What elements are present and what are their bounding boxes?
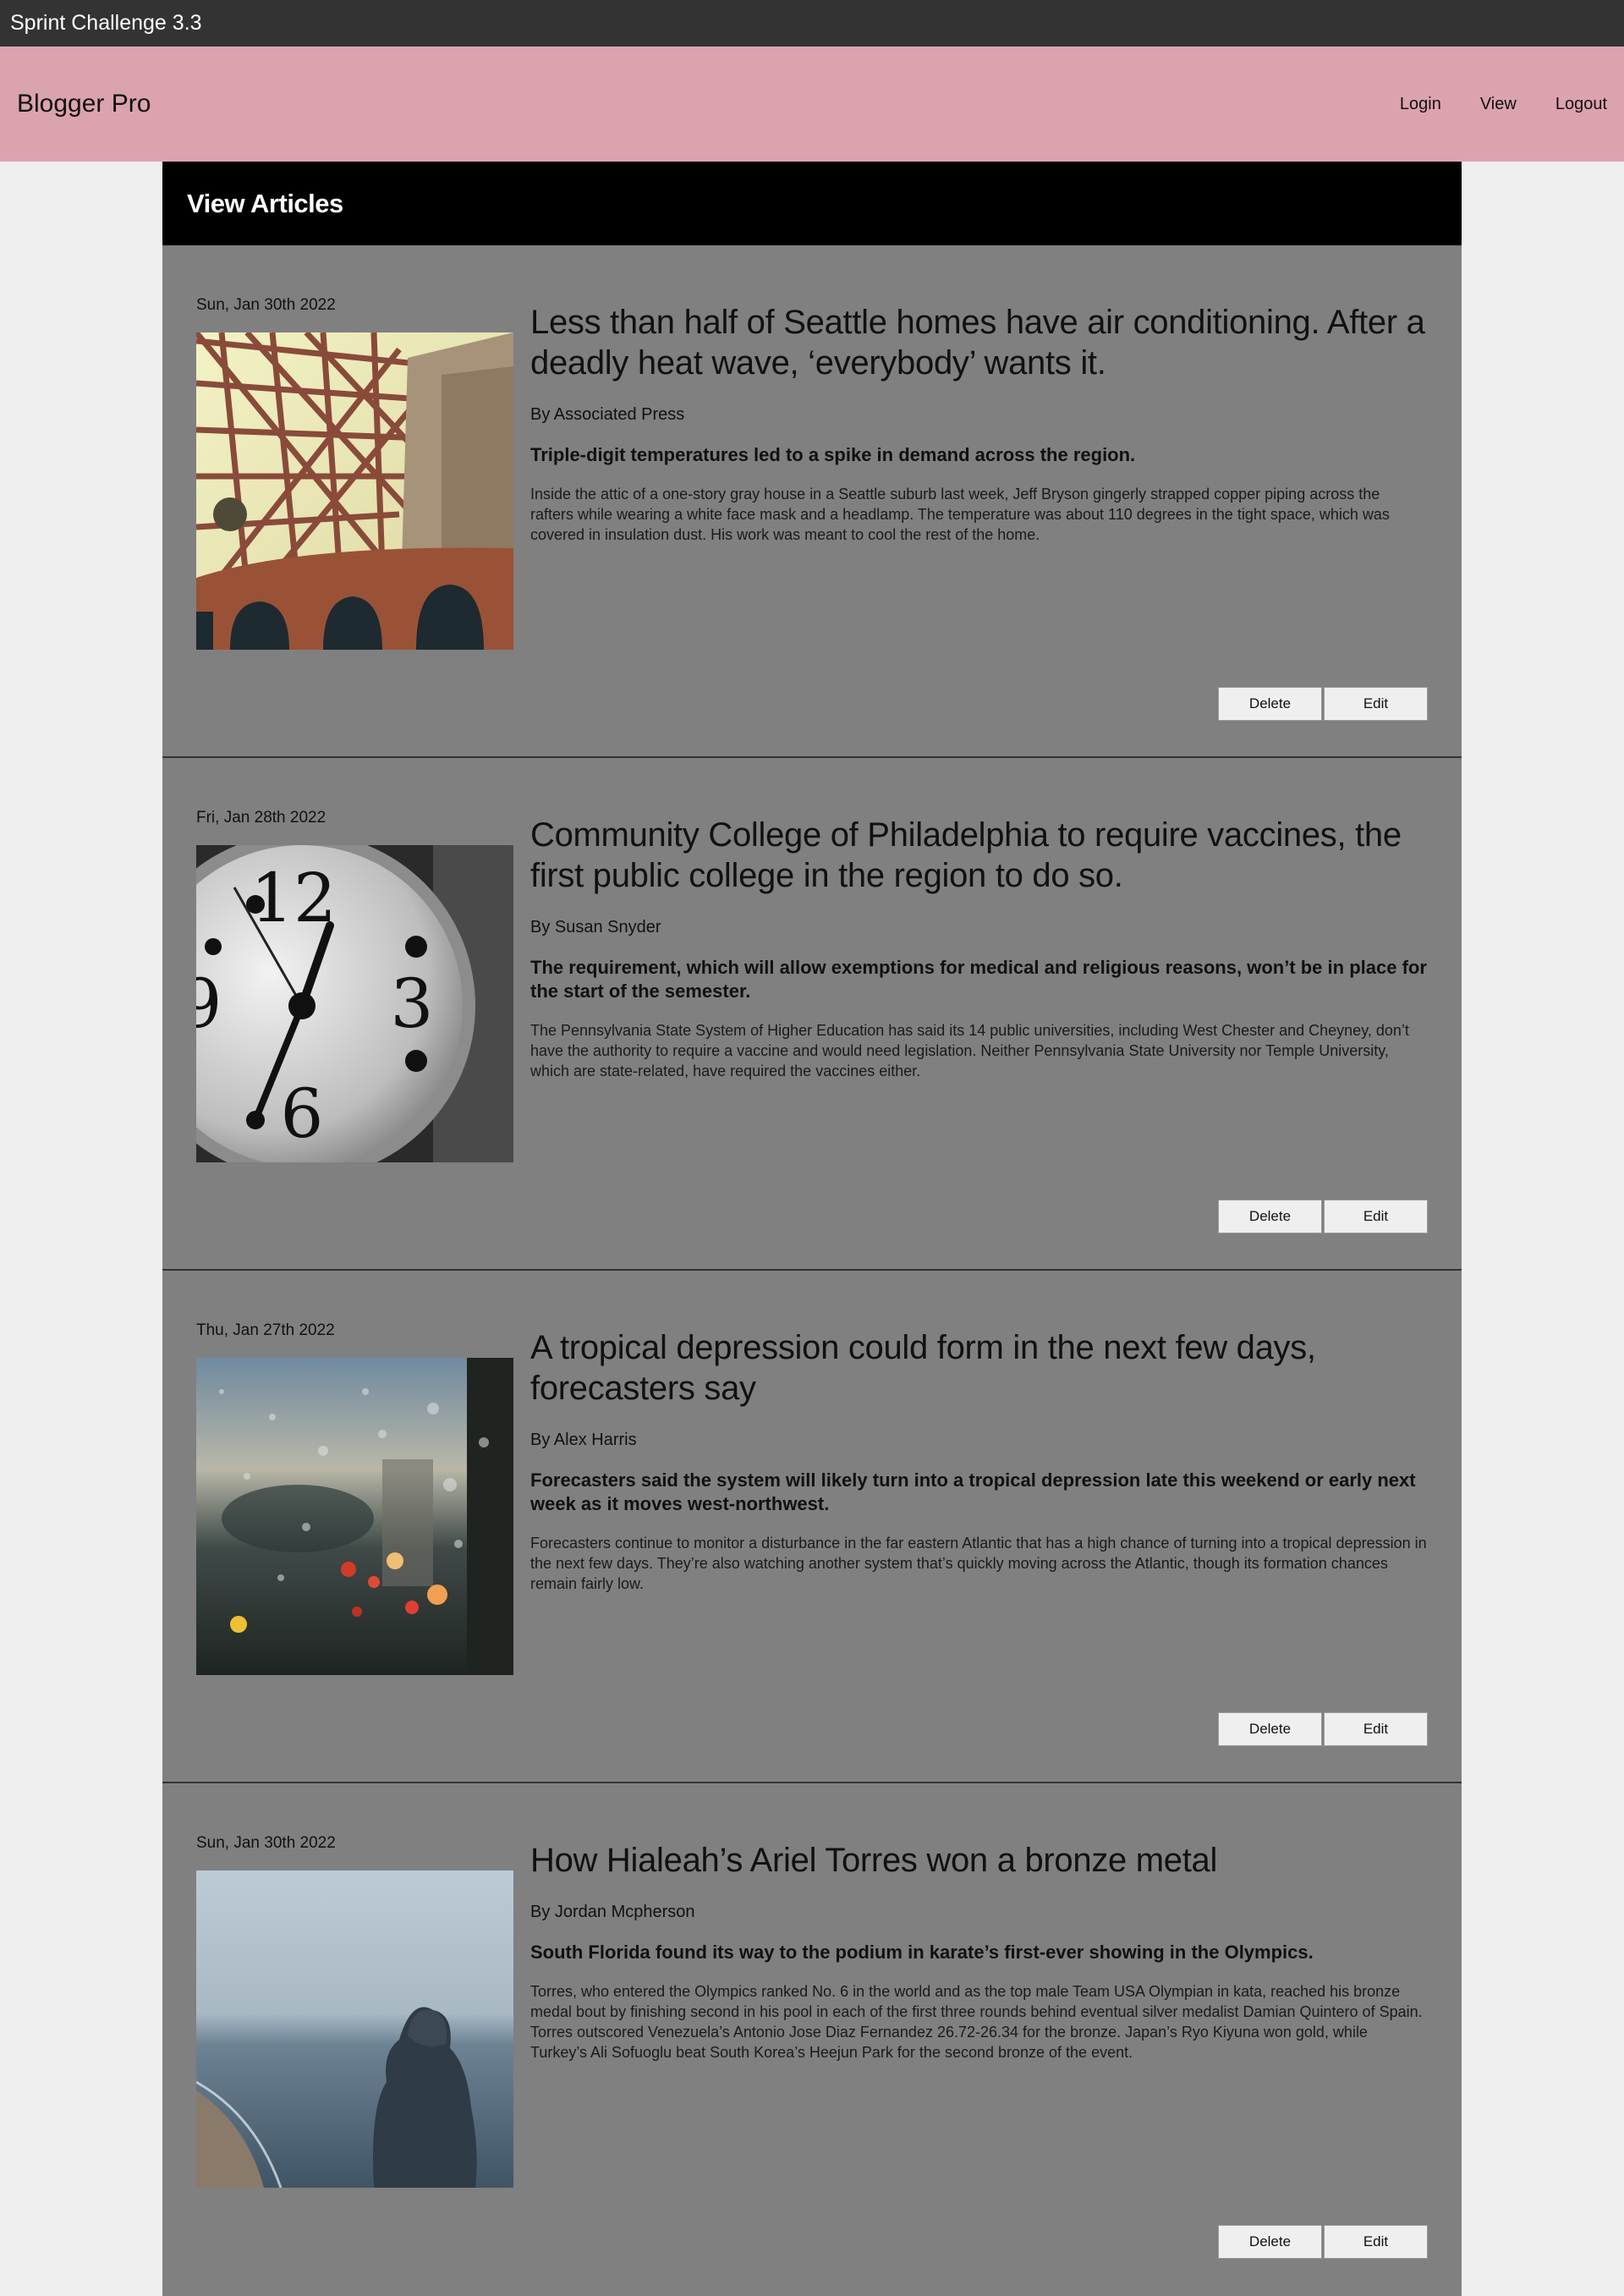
edit-button[interactable]: Edit: [1324, 1200, 1428, 1233]
article-author: By Susan Snyder: [530, 918, 661, 937]
article-image: [196, 1358, 513, 1675]
article-image: 12 3 6 9: [196, 845, 513, 1162]
svg-text:9: 9: [196, 964, 222, 1043]
article-headline[interactable]: How Hialeah’s Ariel Torres won a bronze …: [530, 1840, 1427, 1881]
article-date: Sun, Jan 30th 2022: [196, 296, 336, 314]
article-author: By Jordan Mcpherson: [530, 1903, 695, 1921]
delete-button[interactable]: Delete: [1218, 687, 1322, 721]
article-author: By Alex Harris: [530, 1431, 637, 1449]
main-nav: Login View Logout: [1361, 95, 1607, 114]
brand-logo-text[interactable]: Blogger Pro: [17, 90, 151, 118]
svg-text:6: 6: [281, 1074, 324, 1153]
delete-button[interactable]: Delete: [1218, 1712, 1322, 1746]
nav-login-link[interactable]: Login: [1400, 95, 1441, 114]
article-date: Thu, Jan 27th 2022: [196, 1321, 335, 1339]
article-headline[interactable]: Community College of Philadelphia to req…: [530, 815, 1427, 896]
edit-button[interactable]: Edit: [1324, 2225, 1428, 2259]
article-actions: Delete Edit: [1218, 1200, 1428, 1233]
edit-button[interactable]: Edit: [1324, 1712, 1428, 1746]
window-title: Sprint Challenge 3.3: [10, 11, 202, 35]
article-image: [196, 332, 513, 650]
article-body: The Pennsylvania State System of Higher …: [530, 1022, 1409, 1079]
article-body: Forecasters continue to monitor a distur…: [530, 1535, 1427, 1592]
article-content: How Hialeah’s Ariel Torres won a bronze …: [530, 1840, 1427, 2063]
article-card: Sun, Jan 30th 2022 How Hialeah’s Ariel T…: [162, 1783, 1462, 2296]
article-summary: Forecasters said the system will likely …: [530, 1469, 1416, 1514]
article-author: By Associated Press: [530, 405, 685, 424]
page-title: View Articles: [162, 162, 1462, 245]
article-summary: The requirement, which will allow exempt…: [530, 957, 1427, 1002]
article-body: Inside the attic of a one-story gray hou…: [530, 486, 1390, 543]
article-card: Thu, Jan 27th 2022 A tropical depression…: [162, 1271, 1462, 1783]
article-headline[interactable]: Less than half of Seattle homes have air…: [530, 302, 1427, 383]
site-header: Blogger Pro Login View Logout: [0, 47, 1624, 162]
svg-text:3: 3: [391, 964, 434, 1043]
article-actions: Delete Edit: [1218, 1712, 1428, 1746]
nav-view-link[interactable]: View: [1480, 95, 1517, 114]
article-date: Sun, Jan 30th 2022: [196, 1834, 336, 1852]
article-actions: Delete Edit: [1218, 2225, 1428, 2259]
articles-panel: View Articles Sun, Jan 30th 2022 Less th…: [162, 162, 1462, 2296]
article-actions: Delete Edit: [1218, 687, 1428, 721]
article-date: Fri, Jan 28th 2022: [196, 809, 326, 827]
article-card: Fri, Jan 28th 2022 12 3 6 9 Community Co…: [162, 758, 1462, 1271]
article-body: Torres, who entered the Olympics ranked …: [530, 1983, 1423, 2061]
article-content: Less than half of Seattle homes have air…: [530, 302, 1427, 545]
article-headline[interactable]: A tropical depression could form in the …: [530, 1327, 1427, 1409]
article-content: Community College of Philadelphia to req…: [530, 815, 1427, 1081]
delete-button[interactable]: Delete: [1218, 1200, 1322, 1233]
delete-button[interactable]: Delete: [1218, 2225, 1322, 2259]
svg-text:12: 12: [250, 859, 337, 937]
article-card: Sun, Jan 30th 2022 Less than half of Sea…: [162, 245, 1462, 758]
article-summary: Triple-digit temperatures led to a spike…: [530, 444, 1136, 465]
nav-logout-link[interactable]: Logout: [1555, 95, 1607, 114]
article-content: A tropical depression could form in the …: [530, 1327, 1427, 1594]
article-image: [196, 1870, 513, 2188]
window-title-bar: Sprint Challenge 3.3: [0, 0, 1624, 47]
edit-button[interactable]: Edit: [1324, 687, 1428, 721]
article-summary: South Florida found its way to the podiu…: [530, 1942, 1314, 1963]
